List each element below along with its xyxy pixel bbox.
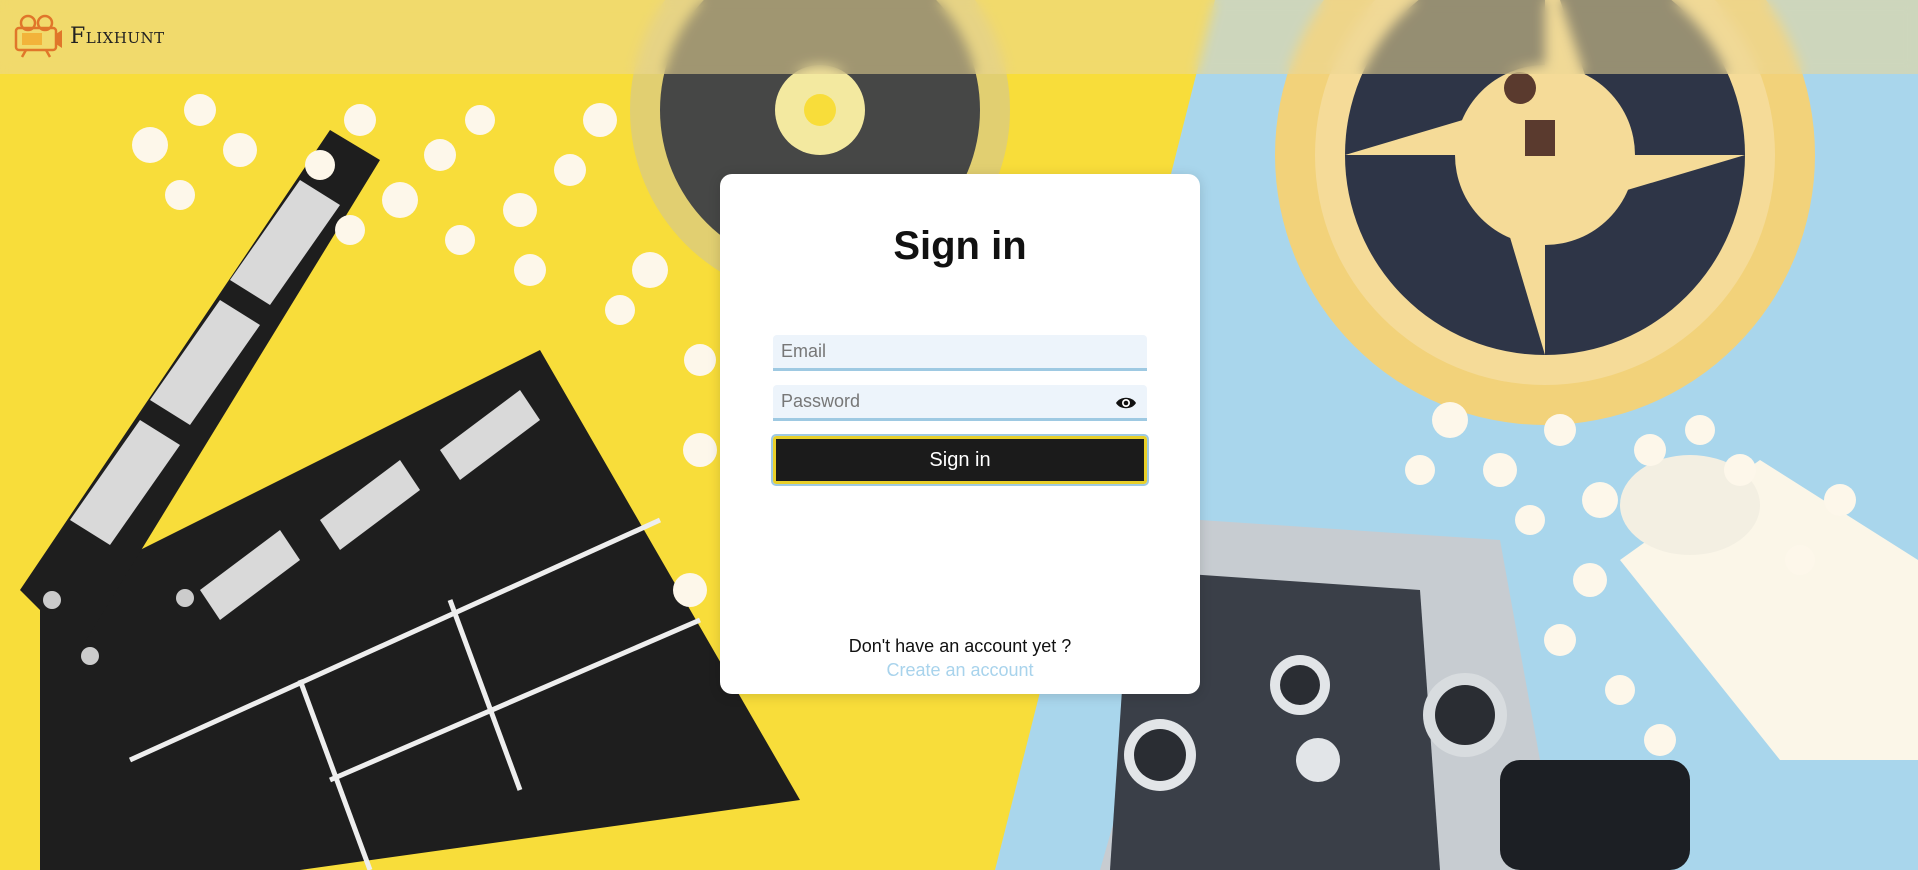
page-title: Sign in	[893, 224, 1027, 268]
no-account-text: Don't have an account yet ?	[848, 636, 1072, 656]
film-projector-logo-icon	[14, 14, 62, 58]
brand[interactable]: Flixhunt	[14, 14, 165, 58]
password-field[interactable]	[773, 385, 1147, 421]
login-page: Flixhunt Sign in Sign in Don't have an a…	[0, 0, 1918, 870]
eye-icon[interactable]	[1115, 395, 1137, 411]
password-field-wrapper	[773, 385, 1147, 421]
top-bar: Flixhunt	[0, 0, 1918, 74]
email-field[interactable]	[773, 335, 1147, 371]
popcorn-cup	[1620, 455, 1918, 760]
signin-card: Sign in Sign in Don't have an account ye…	[720, 174, 1200, 694]
create-account-link[interactable]: Create an account	[720, 660, 1200, 681]
signin-button[interactable]: Sign in	[771, 434, 1149, 486]
brand-name: Flixhunt	[70, 23, 165, 49]
